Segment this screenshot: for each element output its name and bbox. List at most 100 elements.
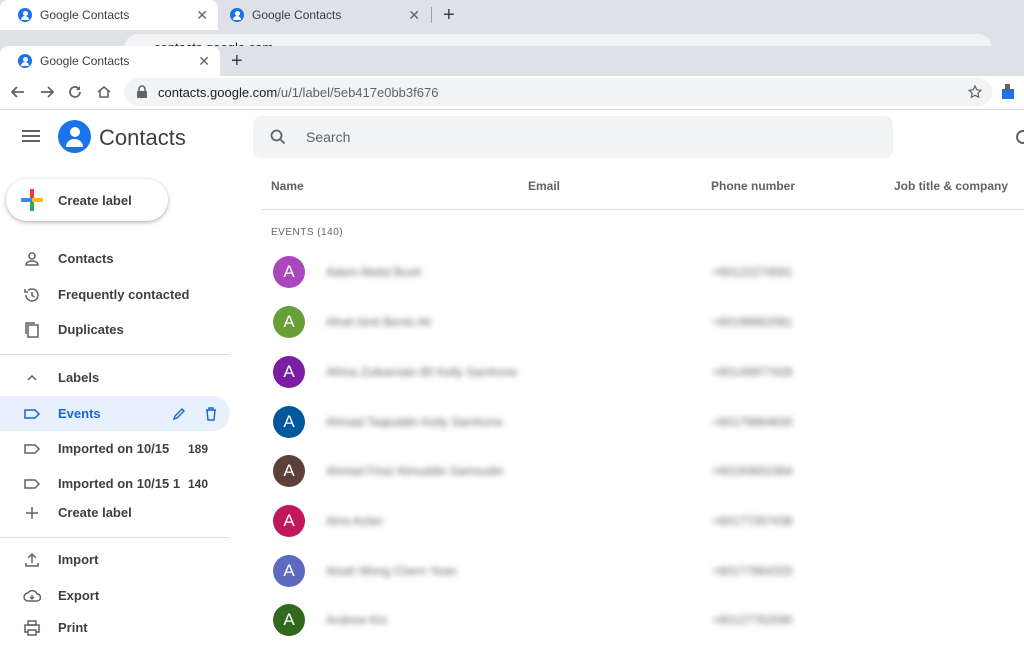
header-divider: [262, 209, 1024, 210]
nav-import[interactable]: Import: [0, 542, 230, 577]
reload-button[interactable]: [65, 82, 85, 102]
back-tab-1[interactable]: Google Contacts ✕: [0, 0, 218, 30]
tab-title: Google Contacts: [40, 8, 130, 22]
contact-row[interactable]: A Andrew Kin +60127762590: [262, 595, 1024, 645]
column-name[interactable]: Name: [271, 179, 304, 193]
label-tag-icon: [24, 444, 41, 454]
contact-name: Afrina Zulkarnain 80 Kelly Samhone: [326, 365, 518, 379]
label-count: 189: [187, 441, 208, 456]
create-contact-label: Create label: [58, 192, 132, 208]
nav-print[interactable]: Print: [0, 610, 230, 645]
contact-row[interactable]: A Ahmad Firaz Aimuddin Samsudin +601936523…: [262, 446, 1024, 496]
nav-label: Export: [58, 588, 100, 603]
contact-avatar: A: [273, 306, 305, 338]
upload-icon: [25, 552, 39, 567]
contact-phone: +60122274581: [712, 265, 793, 279]
contact-name: Adam Abdul Bush: [326, 265, 422, 279]
nav-duplicates[interactable]: Duplicates: [0, 312, 230, 347]
front-tab-row: Google Contacts ✕ +: [0, 46, 1024, 76]
close-tab-icon[interactable]: ✕: [196, 7, 208, 23]
contacts-logo-icon: [58, 120, 91, 153]
person-icon: [25, 252, 39, 266]
printer-icon: [24, 620, 40, 636]
back-button[interactable]: [8, 82, 28, 102]
nav-export[interactable]: Export: [0, 578, 230, 613]
nav-frequently-contacted[interactable]: Frequently contacted: [0, 277, 230, 312]
nav-label: Print: [58, 620, 88, 635]
contact-name: Afrah binti Bento Ali: [326, 315, 431, 329]
labels-header[interactable]: Labels: [0, 360, 230, 395]
nav-label: Frequently contacted: [58, 287, 190, 302]
label-events[interactable]: Events: [0, 396, 230, 431]
contact-avatar: A: [273, 455, 305, 487]
close-tab-icon[interactable]: ✕: [198, 53, 210, 69]
contact-phone: +60179864830: [712, 415, 793, 429]
arrow-right-icon: [41, 86, 55, 98]
label-tag-icon: [24, 479, 41, 489]
star-icon[interactable]: [968, 85, 982, 99]
section-title: EVENTS (140): [271, 227, 344, 238]
url-host: contacts.google.com: [158, 84, 278, 100]
cloud-download-icon: [23, 589, 41, 602]
trash-icon[interactable]: [203, 406, 219, 422]
lock-icon: [137, 85, 147, 98]
create-contact-button[interactable]: Create label: [6, 179, 168, 221]
contact-row[interactable]: A Ahmad Taqiuddin Kelly Samhone +601798648…: [262, 397, 1024, 447]
contact-name: Ahmad Firaz Aimuddin Samsudin: [326, 464, 504, 478]
sidebar-divider: [0, 354, 230, 355]
column-job[interactable]: Job title & company: [894, 179, 1008, 193]
back-address-bar[interactable]: contacts.google.com: [124, 34, 992, 46]
plus-icon: [26, 507, 38, 519]
nav-contacts[interactable]: Contacts: [0, 241, 230, 276]
edit-pencil-icon[interactable]: [171, 406, 187, 422]
contact-name: Aisah Wong Chern Yean: [326, 564, 457, 578]
contact-avatar: A: [273, 505, 305, 537]
arrow-left-icon: [10, 86, 24, 98]
new-tab-button[interactable]: +: [231, 51, 243, 71]
copy-icon: [25, 322, 39, 338]
front-tab[interactable]: Google Contacts ✕: [0, 46, 220, 76]
back-tab-2[interactable]: Google Contacts ✕: [212, 0, 430, 30]
column-email[interactable]: Email: [528, 179, 560, 193]
main-menu-icon[interactable]: [22, 130, 42, 144]
colorful-plus-icon: [21, 189, 43, 211]
browser-toolbar: contacts.google.com/u/1/label/5eb417e0bb…: [0, 76, 1024, 110]
contact-phone: +60127762590: [712, 613, 793, 627]
contact-avatar: A: [273, 555, 305, 587]
contact-phone: +60193652364: [712, 464, 793, 478]
contact-row[interactable]: A Afrina Zulkarnain 80 Kelly Samhone +6014…: [262, 347, 1024, 397]
new-tab-button[interactable]: +: [443, 5, 455, 25]
column-phone[interactable]: Phone number: [711, 179, 795, 193]
url-path: /u/1/label/5eb417e0bb3f676: [277, 84, 439, 100]
label-count: 140: [187, 476, 208, 491]
back-window-toolbar: contacts.google.com: [0, 30, 1024, 46]
address-bar[interactable]: contacts.google.com/u/1/label/5eb417e0bb…: [124, 78, 992, 106]
contact-name: Andrew Kin: [326, 613, 388, 627]
contact-row[interactable]: A Aisah Wong Chern Yean +60177864320: [262, 546, 1024, 596]
search-placeholder: Search: [306, 129, 351, 145]
sidebar-divider: [0, 537, 230, 538]
search-icon: [270, 129, 286, 145]
contact-row[interactable]: A Adam Abdul Bush +60122274581: [262, 247, 1024, 297]
home-icon: [97, 85, 111, 98]
history-icon: [24, 288, 39, 302]
home-button[interactable]: [94, 82, 114, 102]
contacts-favicon-icon: [18, 8, 32, 22]
close-tab-icon[interactable]: ✕: [408, 7, 420, 23]
contact-phone: +60149977426: [712, 365, 793, 379]
label-tag-icon: [24, 409, 41, 419]
search-bar[interactable]: Search: [253, 116, 893, 158]
label-imported-1[interactable]: Imported on 10/15 189: [0, 431, 230, 466]
create-label[interactable]: Create label: [0, 495, 230, 530]
help-icon[interactable]: [1016, 130, 1024, 144]
create-label-text: Create label: [58, 505, 132, 520]
extension-icon[interactable]: [1000, 83, 1016, 101]
contact-phone: +60177287438: [712, 514, 793, 528]
contact-name: Aina Azlan: [326, 514, 383, 528]
contact-row[interactable]: A Aina Azlan +60177287438: [262, 496, 1024, 546]
contact-row[interactable]: A Afrah binti Bento Ali +60198662081: [262, 297, 1024, 347]
forward-button[interactable]: [37, 82, 57, 102]
label-name: Events: [58, 406, 101, 421]
contacts-favicon-icon: [230, 8, 244, 22]
contact-avatar: A: [273, 604, 305, 636]
